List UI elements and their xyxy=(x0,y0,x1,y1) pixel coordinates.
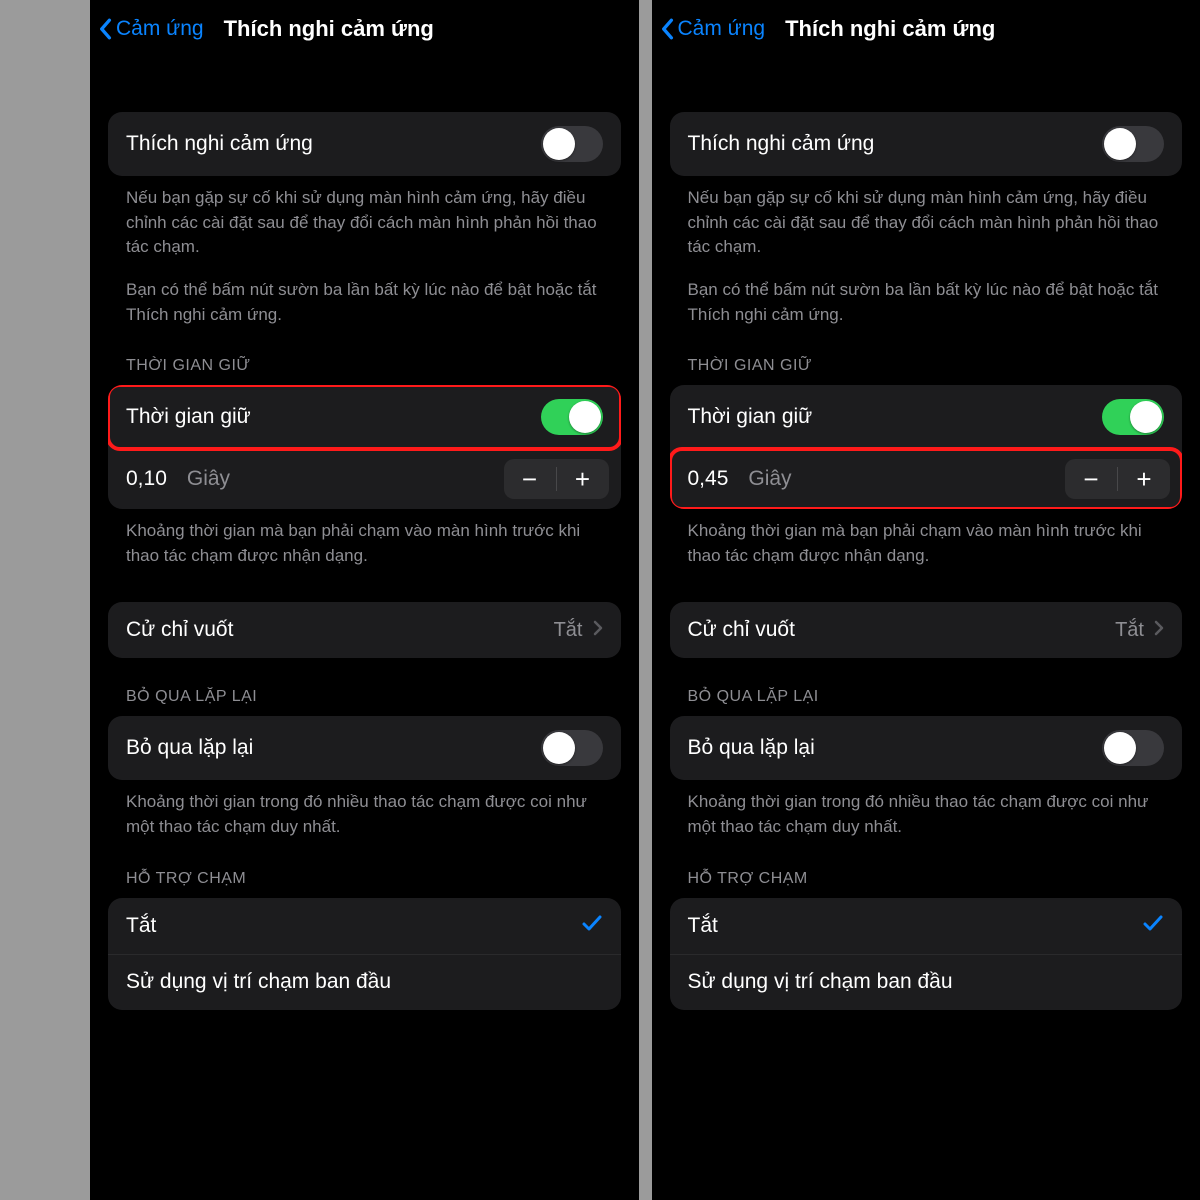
tap-assistance-group: Tắt Sử dụng vị trí chạm ban đầu xyxy=(670,898,1183,1010)
desc-text-1: Nếu bạn gặp sự cố khi sử dụng màn hình c… xyxy=(108,176,621,260)
ignore-repeat-label: Bỏ qua lặp lại xyxy=(688,736,815,760)
nav-bar: Cảm ứng Thích nghi cảm ứng xyxy=(90,0,639,58)
ignore-repeat-row[interactable]: Bỏ qua lặp lại xyxy=(108,716,621,780)
phone-screen-left: Cảm ứng Thích nghi cảm ứng Thích nghi cả… xyxy=(90,0,639,1200)
hold-duration-group: Thời gian giữ 0,45 Giây − + xyxy=(670,385,1183,509)
stepper-minus-button[interactable]: − xyxy=(1065,459,1117,499)
back-button[interactable]: Cảm ứng xyxy=(98,17,204,41)
main-toggle-group: Thích nghi cảm ứng xyxy=(108,112,621,176)
tap-assistance-off-row[interactable]: Tắt xyxy=(670,898,1183,954)
swipe-gestures-group: Cử chỉ vuốt Tắt xyxy=(670,602,1183,658)
tap-assistance-header: HỖ TRỢ CHẠM xyxy=(670,840,1183,898)
page-title: Thích nghi cảm ứng xyxy=(224,16,434,42)
touch-accommodations-label: Thích nghi cảm ứng xyxy=(126,132,313,156)
ignore-repeat-footer: Khoảng thời gian trong đó nhiều thao tác… xyxy=(670,780,1183,839)
ignore-repeat-header: BỎ QUA LẶP LẠI xyxy=(108,658,621,716)
tap-assistance-initial-row[interactable]: Sử dụng vị trí chạm ban đầu xyxy=(670,954,1183,1010)
checkmark-icon xyxy=(1142,912,1164,940)
hold-duration-header: THỜI GIAN GIỮ xyxy=(670,327,1183,385)
hold-duration-value-row: 0,10 Giây − + xyxy=(108,449,621,509)
hold-duration-footer: Khoảng thời gian mà bạn phải chạm vào mà… xyxy=(670,509,1183,568)
swipe-gestures-group: Cử chỉ vuốt Tắt xyxy=(108,602,621,658)
back-label: Cảm ứng xyxy=(116,17,204,41)
checkmark-icon xyxy=(581,912,603,940)
ignore-repeat-group: Bỏ qua lặp lại xyxy=(670,716,1183,780)
tap-assistance-off-label: Tắt xyxy=(688,914,718,938)
tap-assistance-off-label: Tắt xyxy=(126,914,156,938)
back-label: Cảm ứng xyxy=(678,17,766,41)
touch-accommodations-row[interactable]: Thích nghi cảm ứng xyxy=(670,112,1183,176)
stepper-minus-button[interactable]: − xyxy=(504,459,556,499)
hold-duration-value: 0,10 xyxy=(126,467,167,491)
hold-duration-toggle[interactable] xyxy=(541,399,603,435)
hold-duration-unit: Giây xyxy=(187,467,230,491)
tap-assistance-group: Tắt Sử dụng vị trí chạm ban đầu xyxy=(108,898,621,1010)
hold-duration-header: THỜI GIAN GIỮ xyxy=(108,327,621,385)
desc-text-1: Nếu bạn gặp sự cố khi sử dụng màn hình c… xyxy=(670,176,1183,260)
hold-duration-unit: Giây xyxy=(748,467,791,491)
stepper-plus-button[interactable]: + xyxy=(1118,459,1170,499)
hold-duration-toggle-row[interactable]: Thời gian giữ xyxy=(670,385,1183,449)
swipe-gestures-value: Tắt xyxy=(1115,619,1144,642)
tap-assistance-initial-label: Sử dụng vị trí chạm ban đầu xyxy=(126,970,391,994)
hold-duration-stepper: − + xyxy=(1065,459,1170,499)
hold-duration-stepper: − + xyxy=(504,459,609,499)
touch-accommodations-label: Thích nghi cảm ứng xyxy=(688,132,875,156)
tap-assistance-header: HỖ TRỢ CHẠM xyxy=(108,840,621,898)
chevron-right-icon xyxy=(593,620,603,641)
swipe-gestures-label: Cử chỉ vuốt xyxy=(688,618,795,642)
hold-duration-toggle[interactable] xyxy=(1102,399,1164,435)
hold-duration-toggle-row[interactable]: Thời gian giữ xyxy=(108,385,621,449)
ignore-repeat-header: BỎ QUA LẶP LẠI xyxy=(670,658,1183,716)
swipe-gestures-row[interactable]: Cử chỉ vuốt Tắt xyxy=(108,602,621,658)
chevron-right-icon xyxy=(1154,620,1164,641)
swipe-gestures-row[interactable]: Cử chỉ vuốt Tắt xyxy=(670,602,1183,658)
hold-duration-value-row: 0,45 Giây − + xyxy=(670,449,1183,509)
hold-duration-value: 0,45 xyxy=(688,467,729,491)
stepper-plus-button[interactable]: + xyxy=(557,459,609,499)
tap-assistance-off-row[interactable]: Tắt xyxy=(108,898,621,954)
tap-assistance-initial-label: Sử dụng vị trí chạm ban đầu xyxy=(688,970,953,994)
ignore-repeat-toggle[interactable] xyxy=(1102,730,1164,766)
swipe-gestures-label: Cử chỉ vuốt xyxy=(126,618,233,642)
touch-accommodations-toggle[interactable] xyxy=(541,126,603,162)
page-title: Thích nghi cảm ứng xyxy=(785,16,995,42)
phone-screen-right: Cảm ứng Thích nghi cảm ứng Thích nghi cả… xyxy=(652,0,1200,1200)
chevron-left-icon xyxy=(660,18,674,40)
ignore-repeat-toggle[interactable] xyxy=(541,730,603,766)
ignore-repeat-footer: Khoảng thời gian trong đó nhiều thao tác… xyxy=(108,780,621,839)
ignore-repeat-label: Bỏ qua lặp lại xyxy=(126,736,253,760)
touch-accommodations-toggle[interactable] xyxy=(1102,126,1164,162)
chevron-left-icon xyxy=(98,18,112,40)
tap-assistance-initial-row[interactable]: Sử dụng vị trí chạm ban đầu xyxy=(108,954,621,1010)
nav-bar: Cảm ứng Thích nghi cảm ứng xyxy=(652,0,1200,58)
back-button[interactable]: Cảm ứng xyxy=(660,17,766,41)
swipe-gestures-value: Tắt xyxy=(554,619,583,642)
desc-text-2: Bạn có thể bấm nút sườn ba lần bất kỳ lú… xyxy=(108,260,621,327)
hold-duration-label: Thời gian giữ xyxy=(688,405,813,429)
touch-accommodations-row[interactable]: Thích nghi cảm ứng xyxy=(108,112,621,176)
hold-duration-label: Thời gian giữ xyxy=(126,405,251,429)
ignore-repeat-group: Bỏ qua lặp lại xyxy=(108,716,621,780)
hold-duration-group: Thời gian giữ 0,10 Giây − + xyxy=(108,385,621,509)
hold-duration-footer: Khoảng thời gian mà bạn phải chạm vào mà… xyxy=(108,509,621,568)
main-toggle-group: Thích nghi cảm ứng xyxy=(670,112,1183,176)
desc-text-2: Bạn có thể bấm nút sườn ba lần bất kỳ lú… xyxy=(670,260,1183,327)
ignore-repeat-row[interactable]: Bỏ qua lặp lại xyxy=(670,716,1183,780)
